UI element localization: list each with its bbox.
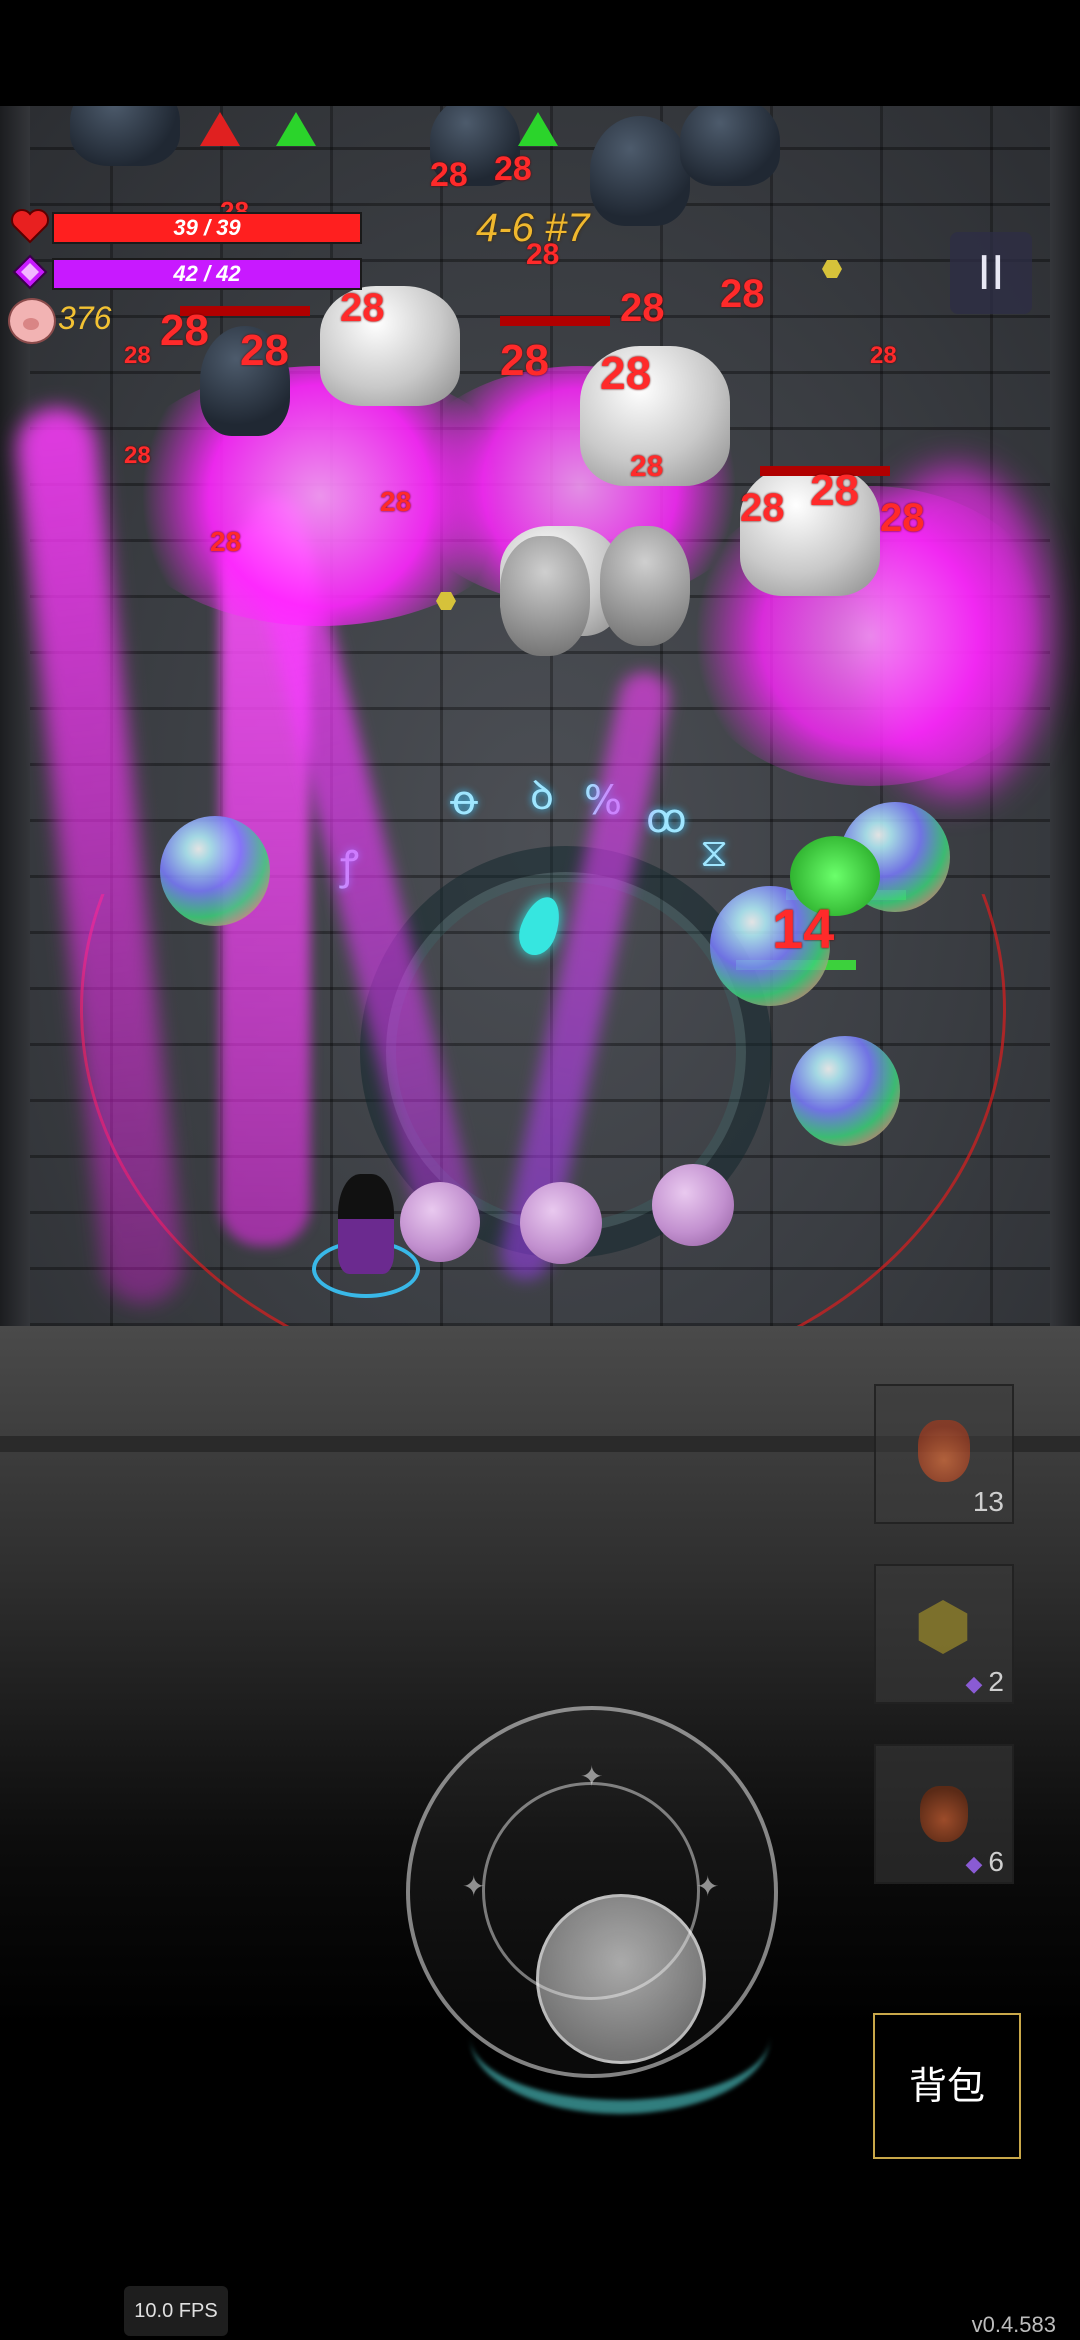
joystick-up-icon: ✦ — [580, 1760, 604, 1793]
mana-icon — [12, 254, 48, 290]
fps-counter: 10.0 FPS — [124, 2286, 228, 2336]
rune-glyph-icon: ꝋ — [450, 778, 479, 824]
dark-hooded-enemy — [70, 106, 180, 166]
damage-number: 28 — [124, 342, 151, 369]
damage-number: 28 — [160, 306, 209, 355]
damage-number: 28 — [630, 450, 664, 483]
green-marker-icon — [276, 112, 316, 146]
damage-number: 28 — [600, 347, 652, 399]
rune-glyph-icon: ꝏ — [646, 796, 687, 842]
slot-count: 2 — [988, 1666, 1004, 1697]
rune-glyph-icon: ⧖ — [700, 830, 729, 876]
damage-number: 28 — [124, 442, 151, 469]
red-marker-icon — [200, 112, 240, 146]
damage-number: 28 — [430, 156, 468, 194]
gem-cost-icon: ◆ — [965, 1671, 983, 1696]
health-bar: 39 / 39 — [52, 212, 362, 244]
gem-drop-icon — [822, 260, 842, 278]
quick-slot-potion[interactable]: 13 — [874, 1384, 1014, 1524]
slot-cost: ◆ 2 — [966, 1666, 1005, 1698]
joystick-left-icon: ✦ — [462, 1870, 486, 1903]
mana-bar: 42 / 42 — [52, 258, 362, 290]
gem-cost-icon: ◆ — [965, 1851, 983, 1876]
slot-cost: ◆ 6 — [966, 1846, 1005, 1878]
damage-number: 28 — [210, 526, 242, 557]
damage-number: 28 — [494, 150, 532, 188]
stage-label: 4-6 #7 — [476, 206, 590, 250]
damage-number: 28 — [870, 342, 897, 369]
dark-hooded-enemy — [680, 106, 780, 186]
slot-count: 6 — [988, 1846, 1004, 1877]
rainbow-bubble — [790, 1036, 900, 1146]
joystick-right-icon: ✦ — [696, 1870, 720, 1903]
player-character — [338, 1174, 394, 1274]
damage-number: 28 — [240, 326, 289, 375]
pig-coin-icon — [8, 298, 56, 344]
purple-orb-projectile — [520, 1182, 602, 1264]
pause-button[interactable]: II — [950, 232, 1032, 314]
dungeon-wall-right — [1050, 106, 1080, 1326]
damage-number: 28 — [740, 486, 785, 530]
damage-number: 28 — [380, 486, 412, 517]
inventory-button[interactable]: 背包 — [873, 2013, 1021, 2159]
damage-number: 28 — [500, 336, 549, 385]
stone-pillar — [500, 536, 590, 656]
purple-orb-projectile — [400, 1182, 480, 1262]
mana-value: 42 / 42 — [173, 261, 241, 286]
crystal-icosahedron-icon — [918, 1600, 968, 1654]
damage-number: 28 — [720, 272, 765, 316]
enemy-health-bar — [500, 316, 610, 326]
rainbow-bubble — [160, 816, 270, 926]
green-marker-icon — [518, 112, 558, 146]
coin-count: 376 — [58, 300, 112, 336]
version-label: v0.4.583 — [971, 2312, 1056, 2337]
health-icon — [10, 208, 50, 244]
purple-orb-projectile — [652, 1164, 734, 1246]
damage-number: 28 — [340, 286, 385, 330]
ally-damage-number: 14 — [772, 897, 835, 960]
quick-slot-crystal[interactable]: ◆ 2 — [874, 1564, 1014, 1704]
joystick-knob[interactable] — [536, 1894, 706, 2064]
damage-number: 28 — [620, 286, 665, 330]
stone-pillar — [600, 526, 690, 646]
rune-glyph-icon: ꝺ — [530, 773, 554, 819]
quick-slot-pot[interactable]: ◆ 6 — [874, 1744, 1014, 1884]
damage-number: 28 — [880, 496, 925, 540]
clay-pot-icon — [920, 1786, 968, 1842]
damage-number: 28 — [810, 466, 859, 515]
health-value: 39 / 39 — [173, 215, 241, 240]
slot-count: 13 — [972, 1486, 1004, 1517]
red-potion-icon — [918, 1420, 970, 1482]
dark-hooded-enemy — [590, 116, 690, 226]
